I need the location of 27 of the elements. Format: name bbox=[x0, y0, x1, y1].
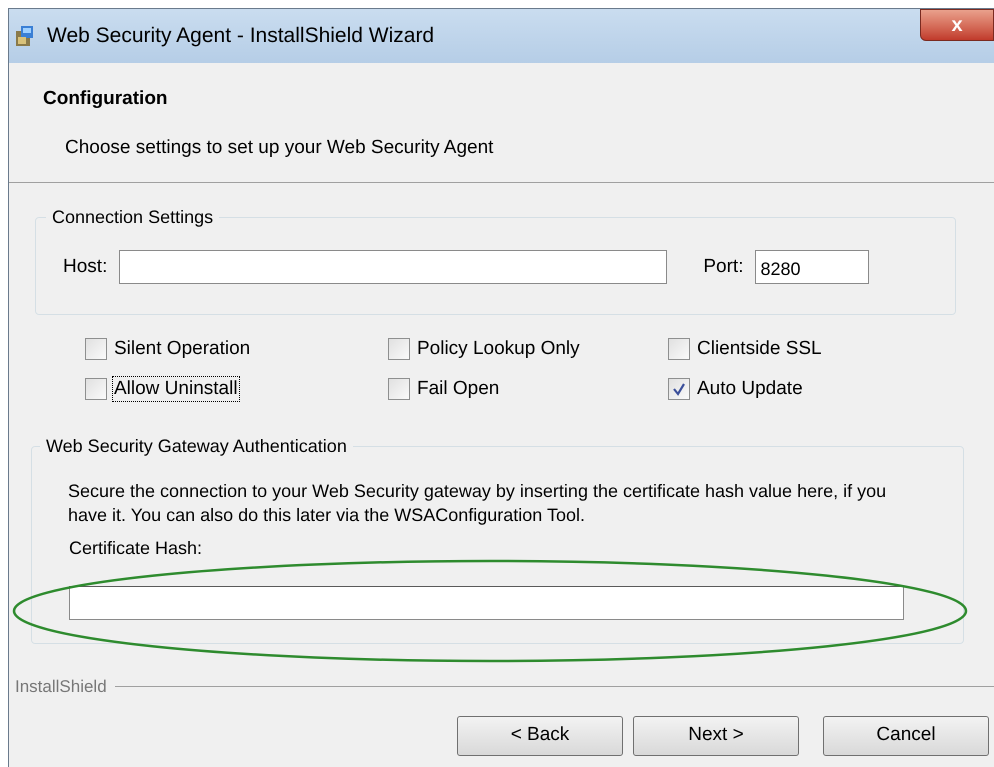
checkbox[interactable] bbox=[388, 338, 410, 360]
wizard-button[interactable]: < Back bbox=[457, 716, 623, 756]
checkbox-label[interactable]: Policy Lookup Only bbox=[416, 337, 581, 361]
checkbox[interactable] bbox=[388, 378, 410, 400]
checkbox-label[interactable]: Auto Update bbox=[696, 377, 804, 401]
checkbox-label[interactable]: Silent Operation bbox=[113, 337, 252, 361]
host-field[interactable] bbox=[119, 250, 668, 284]
checkbox[interactable] bbox=[85, 338, 107, 360]
brand-label: InstallShield bbox=[15, 676, 107, 698]
host-label: Host: bbox=[63, 254, 108, 279]
port-field[interactable]: 8280 bbox=[755, 250, 870, 284]
checkbox[interactable] bbox=[668, 338, 690, 360]
wizard-button[interactable]: Next > bbox=[633, 716, 799, 756]
description-text: Secure the connection to your Web Security gateway by inserting the certificate hash value here, if you have it. You can also do this later via the WSAConfiguration Tool. bbox=[68, 480, 888, 527]
checkbox-label[interactable]: Allow Uninstall bbox=[113, 377, 239, 401]
certificate-hash-label: Certificate Hash: bbox=[69, 537, 204, 560]
wizard-button[interactable]: Cancel bbox=[823, 716, 989, 756]
port-label: Port: bbox=[703, 254, 744, 279]
checkbox-label[interactable]: Fail Open bbox=[416, 377, 500, 401]
page-subtitle: Choose settings to set up your Web Security Agent bbox=[65, 136, 494, 160]
checkbox[interactable] bbox=[85, 378, 107, 400]
check-icon bbox=[672, 382, 686, 396]
page-title: Configuration bbox=[43, 87, 169, 111]
certificate-hash-field[interactable] bbox=[69, 586, 904, 620]
window-title: Web Security Agent - InstallShield Wizard bbox=[47, 23, 434, 50]
checkbox-label[interactable]: Clientside SSL bbox=[696, 337, 823, 361]
checkbox[interactable] bbox=[668, 378, 690, 400]
